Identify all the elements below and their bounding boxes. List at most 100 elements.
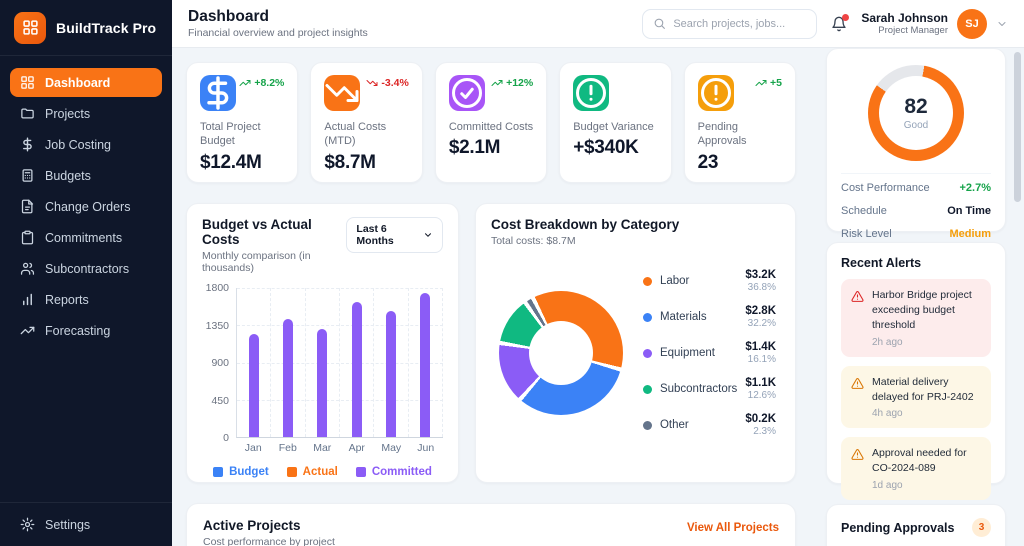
alert-time: 4h ago [872, 408, 903, 420]
sidebar-item-label: Change Orders [45, 199, 131, 214]
recent-alerts-card: Recent Alerts Harbor Bridge project exce… [826, 242, 1006, 500]
donut-chart-title: Cost Breakdown by Category [490, 217, 680, 232]
kpi-label: Total Project Budget [200, 121, 261, 148]
legend-dot [642, 384, 652, 394]
warning-triangle-icon [851, 376, 864, 389]
sidebar-item-dashboard[interactable]: Dashboard [10, 68, 162, 97]
search-icon [653, 17, 666, 30]
grid-icon [20, 75, 35, 90]
donut-legend-other: Other $0.2K 2.3% [642, 413, 776, 437]
search-input[interactable] [673, 17, 807, 30]
file-text-icon [20, 199, 35, 214]
cost-breakdown-card: Cost Breakdown by Category Total costs: … [474, 203, 796, 483]
chevron-down-icon [996, 18, 1008, 30]
y-axis: 1800 1350 900 450 0 [202, 282, 236, 444]
trending-up-icon [20, 323, 35, 338]
bar-chart-legend: Budget Actual Committed [202, 466, 443, 478]
trending-up-icon [491, 77, 503, 89]
legend-item-budget: Budget [213, 466, 269, 478]
page-title: Dashboard [188, 8, 269, 25]
slice-value: $3.2K [745, 269, 776, 281]
y-tick-label: 1350 [205, 319, 229, 332]
metric-label: Risk Level [841, 227, 892, 240]
metric-label: Cost Performance [841, 181, 930, 194]
alert-list: Harbor Bridge project exceeding budget t… [841, 279, 991, 500]
health-row-schedule: Schedule On Time [841, 199, 991, 222]
y-tick-label: 0 [223, 432, 229, 444]
recent-alerts-title: Recent Alerts [841, 256, 922, 270]
sidebar-nav: Dashboard Projects Job Costing Budgets Chang… [0, 56, 172, 345]
top-header: Dashboard Financial overview and project… [172, 0, 1024, 48]
sidebar-item-projects[interactable]: Projects [10, 99, 162, 128]
sidebar-item-subcontractors[interactable]: Subcontractors [10, 254, 162, 283]
sidebar-item-commitments[interactable]: Commitments [10, 223, 162, 252]
slice-value: $2.8K [745, 305, 776, 317]
slice-label: Equipment [659, 347, 715, 359]
kpi-trend: +8.2% [239, 77, 284, 89]
slice-percent: 2.3% [753, 426, 776, 437]
kpi-card-actual-costs-mtd-: -3.4% Actual Costs (MTD) $8.7M [310, 62, 423, 183]
legend-item-actual: Actual [286, 466, 338, 478]
bar-plot [236, 288, 443, 438]
sidebar-item-forecasting[interactable]: Forecasting [10, 316, 162, 345]
sidebar-item-label: Budgets [45, 168, 91, 183]
gear-icon [20, 517, 35, 532]
user-name: Sarah Johnson [861, 11, 948, 25]
y-tick-label: 1800 [205, 282, 229, 294]
sidebar-item-settings[interactable]: Settings [0, 502, 172, 546]
bar-feb [282, 318, 293, 437]
x-axis: Jan Feb Mar Apr May Jun [236, 442, 443, 454]
scrollbar-thumb[interactable] [1014, 52, 1021, 202]
warning-triangle-icon [851, 289, 864, 302]
trending-down-icon [324, 75, 361, 111]
user-menu[interactable]: Sarah Johnson Project Manager SJ [861, 8, 1008, 39]
pending-approvals-card: Pending Approvals 3 [826, 504, 1006, 546]
bar-mar [317, 329, 328, 437]
sidebar: BuildTrack Pro Dashboard Projects Job Cost… [0, 0, 172, 546]
slice-label: Labor [659, 275, 690, 287]
dollar-icon [20, 137, 35, 152]
kpi-value: $8.7M [324, 151, 376, 173]
alert-time: 1d ago [872, 479, 903, 491]
view-all-projects-link[interactable]: View All Projects [687, 522, 779, 534]
legend-dot [642, 312, 652, 322]
y-tick-label: 900 [211, 357, 229, 369]
sidebar-item-job-costing[interactable]: Job Costing [10, 130, 162, 159]
avatar[interactable]: SJ [957, 8, 987, 39]
sidebar-item-budgets[interactable]: Budgets [10, 161, 162, 190]
sidebar-item-reports[interactable]: Reports [10, 285, 162, 314]
kpi-value: $2.1M [448, 137, 501, 159]
sidebar-settings-label: Settings [45, 517, 91, 532]
active-projects-title: Active Projects [203, 518, 301, 533]
sidebar-item-label: Forecasting [45, 323, 111, 338]
kpi-card-budget-variance: Budget Variance +$340K [559, 62, 672, 183]
health-metrics: Cost Performance +2.7% Schedule On Time Risk… [841, 176, 991, 245]
legend-item-committed: Committed [355, 466, 432, 478]
donut-legend-labor: Labor $3.2K 36.8% [642, 269, 776, 293]
legend-dot [642, 276, 652, 286]
chevron-down-icon [423, 230, 433, 240]
legend-swatch [355, 467, 366, 477]
slice-percent: 36.8% [747, 282, 776, 293]
clipboard-icon [20, 230, 35, 245]
metric-value: On Time [947, 204, 991, 217]
slice-value: $1.4K [745, 341, 776, 353]
alert-time: 2h ago [872, 336, 903, 348]
alert-item[interactable]: Approval needed for CO-2024-089 1d ago [841, 437, 991, 500]
bar-jan [248, 334, 259, 437]
bar-chart-subtitle: Monthly comparison (in thousands) [202, 250, 311, 274]
alert-item[interactable]: Harbor Bridge project exceeding budget t… [841, 279, 991, 357]
trending-up-icon [755, 77, 767, 89]
folder-icon [20, 106, 35, 121]
timerange-select[interactable]: Last 6 Months [346, 217, 443, 253]
sidebar-item-change-orders[interactable]: Change Orders [10, 192, 162, 221]
kpi-card-committed-costs: +12% Committed Costs $2.1M [434, 62, 548, 183]
health-score-gauge: 82 Good [868, 65, 964, 161]
search-box[interactable] [642, 8, 818, 39]
alert-item[interactable]: Material delivery delayed for PRJ-2402 4h… [841, 365, 991, 429]
main-area: Dashboard Financial overview and project… [172, 0, 1024, 546]
x-tick-label: Apr [348, 442, 365, 454]
notifications-button[interactable] [831, 13, 850, 32]
trending-up-icon [239, 77, 251, 89]
project-health-card: 82 Good Cost Performance +2.7% Schedule On … [826, 48, 1006, 240]
